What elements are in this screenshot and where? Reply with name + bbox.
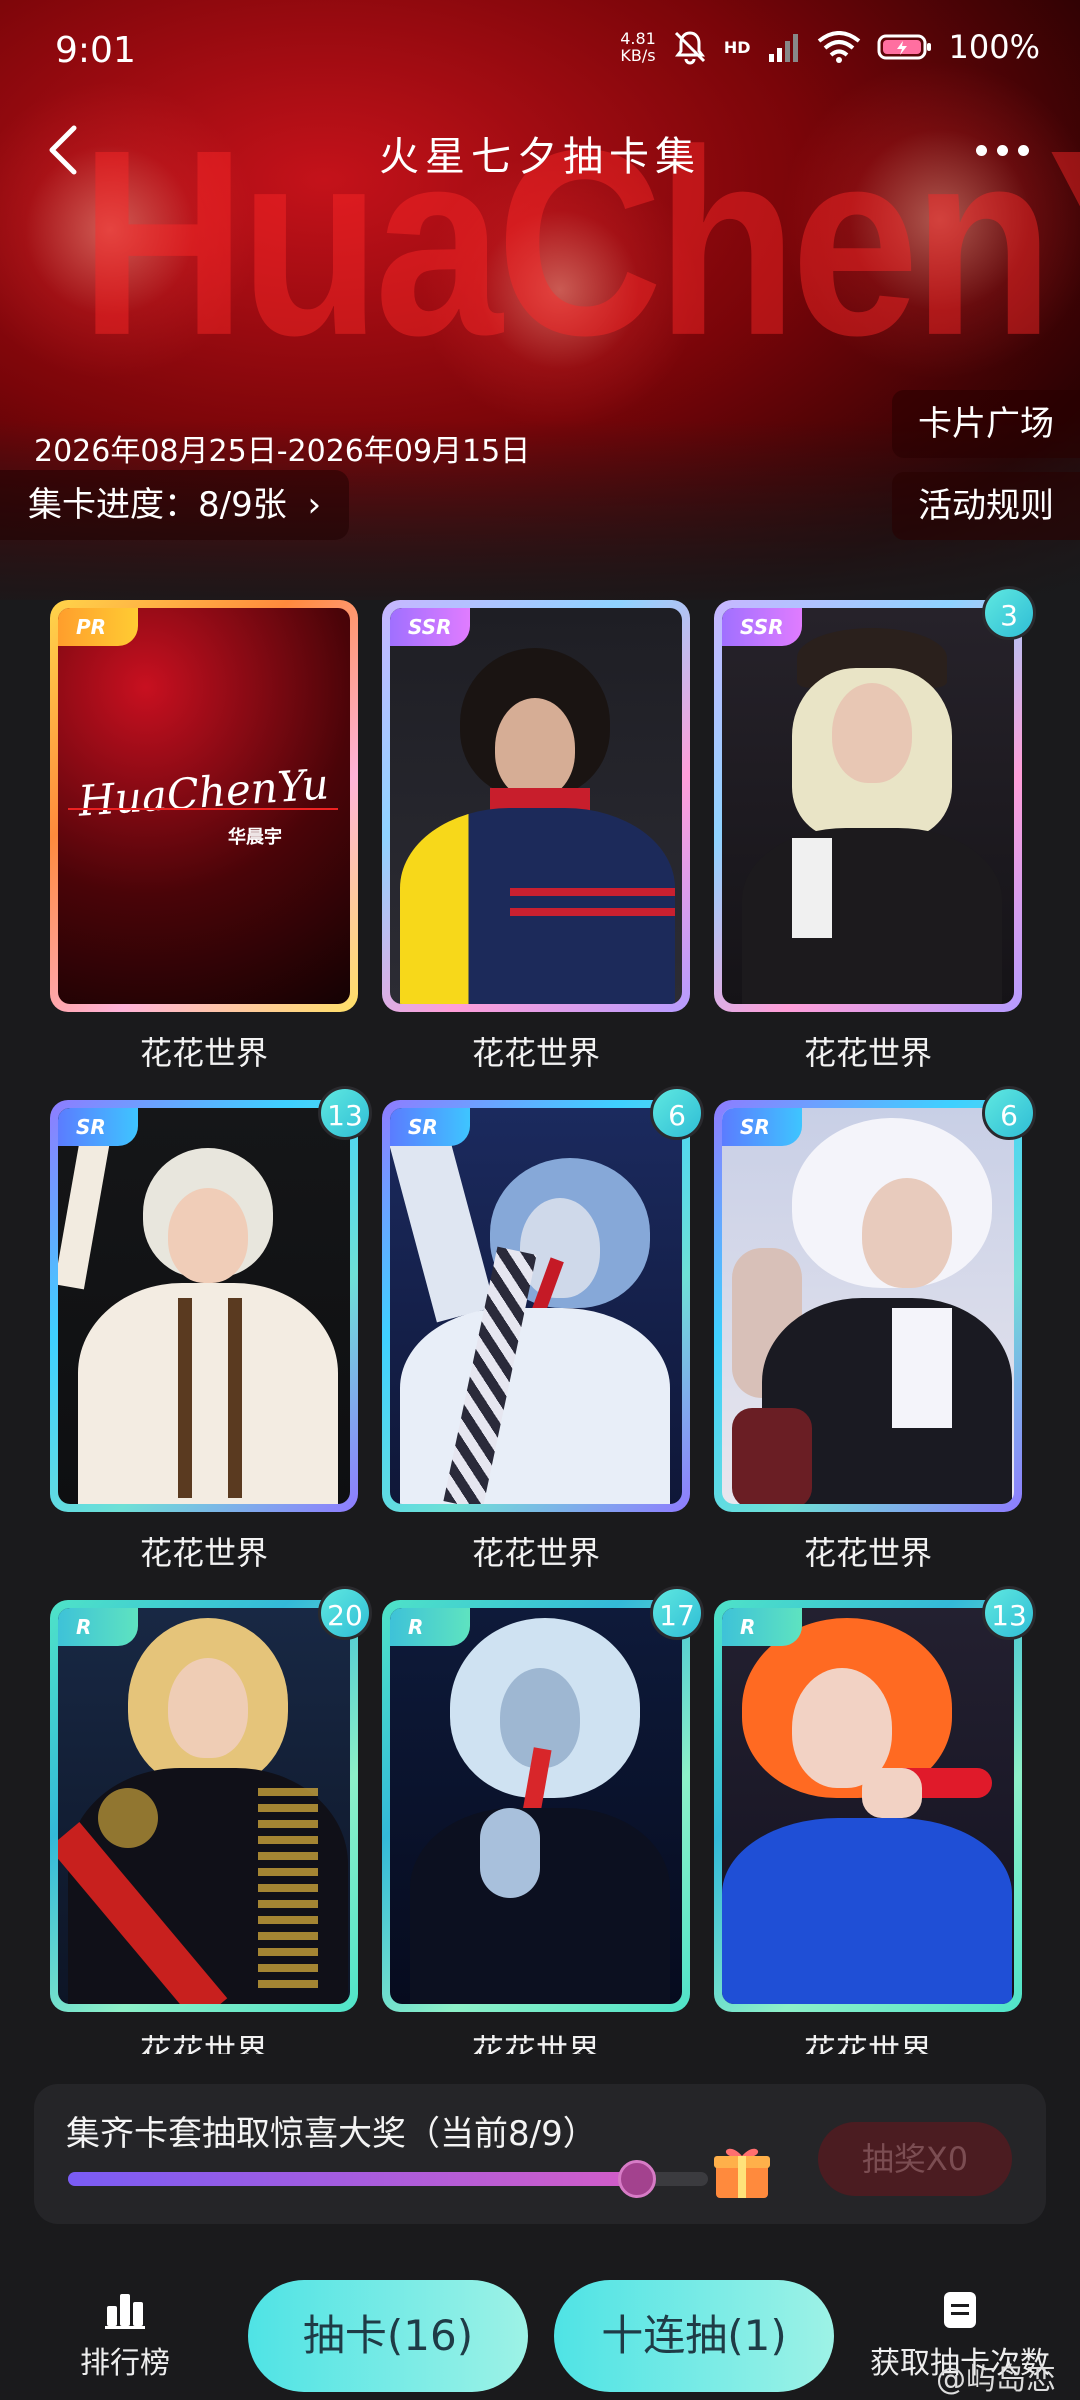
prize-progress-text: 集齐卡套抽取惊喜大奖（当前8/9） — [66, 2114, 597, 2154]
gift-icon — [714, 2148, 770, 2198]
card-r-1[interactable]: R 20 — [50, 1586, 372, 2012]
ranking-chart-icon — [105, 2294, 145, 2329]
ranking-label: 排行榜 — [80, 2346, 170, 2381]
rarity-badge: R — [58, 1608, 138, 1646]
ranking-button[interactable]: 排行榜 — [60, 2290, 190, 2382]
wifi-icon — [817, 31, 860, 63]
card-caption: 花花世界 — [139, 1034, 268, 1072]
collection-progress-link[interactable]: 集卡进度：8/9张 › — [0, 470, 350, 540]
card-count-badge: 13 — [318, 1086, 372, 1140]
prize-progress-fill — [68, 2172, 637, 2186]
rarity-badge: PR — [58, 608, 138, 646]
draw-prize-button[interactable]: 抽奖X0 — [818, 2122, 1012, 2196]
prize-progress-bar — [68, 2160, 708, 2198]
bottom-nav: 排行榜 抽卡(16) 十连抽(1) 获取抽卡次数 — [0, 2260, 1080, 2400]
signal-icon — [768, 34, 798, 62]
card-count-badge: 20 — [318, 1586, 372, 1640]
watermark: @屿岛恋 — [936, 2362, 1056, 2397]
activity-rules-button[interactable]: 活动规则 — [892, 472, 1080, 540]
ten-draw-button[interactable]: 十连抽(1) — [554, 2280, 834, 2392]
rarity-badge: SR — [390, 1108, 470, 1146]
prize-panel: 集齐卡套抽取惊喜大奖（当前8/9） 抽奖X0 — [34, 2084, 1046, 2224]
battery-percent: 100% — [948, 28, 1040, 66]
card-count-badge: 17 — [650, 1586, 704, 1640]
card-caption: 花花世界 — [803, 2032, 932, 2054]
card-count-badge: 6 — [650, 1086, 704, 1140]
card-r-2[interactable]: R 17 — [382, 1586, 704, 2012]
card-count-badge: 6 — [982, 1086, 1036, 1140]
card-pr-1[interactable]: PR HuaChenYu 华晨宇 — [50, 600, 358, 1012]
rarity-badge: SR — [722, 1108, 802, 1146]
card-caption: 花花世界 — [471, 1534, 600, 1572]
rarity-badge: SSR — [390, 608, 470, 646]
card-logo-text: HuaChenYu — [76, 759, 331, 826]
mute-bell-icon — [674, 31, 705, 65]
card-ssr-2[interactable]: SSR 3 — [714, 586, 1036, 1012]
document-icon — [944, 2292, 976, 2328]
card-caption: 花花世界 — [471, 2032, 600, 2054]
status-bar: 9:01 4.81 KB/s HD 100% — [0, 0, 1080, 100]
card-sr-3[interactable]: SR 6 — [714, 1086, 1036, 1512]
card-caption: 花花世界 — [803, 1534, 932, 1572]
hd-indicator: HD — [723, 37, 751, 57]
rarity-badge: R — [390, 1608, 470, 1646]
card-caption: 花花世界 — [139, 1534, 268, 1572]
rarity-badge: SR — [58, 1108, 138, 1146]
card-caption: 花花世界 — [803, 1034, 932, 1072]
status-time: 9:01 — [55, 30, 136, 71]
card-r-3[interactable]: R 13 — [714, 1586, 1036, 2012]
page-title: 火星七夕抽卡集 — [379, 134, 701, 180]
more-options-icon[interactable] — [962, 120, 1042, 180]
top-bar: 火星七夕抽卡集 — [0, 110, 1080, 190]
network-speed: 4.81 KB/s — [620, 29, 656, 65]
battery-icon — [877, 34, 931, 60]
card-logo-subtext: 华晨宇 — [228, 827, 282, 848]
chevron-right-icon: › — [307, 485, 322, 525]
card-square-button[interactable]: 卡片广场 — [892, 390, 1080, 458]
prize-progress-knob — [617, 2160, 656, 2198]
card-ssr-1[interactable]: SSR — [382, 600, 690, 1012]
rarity-badge: R — [722, 1608, 802, 1646]
card-count-badge: 13 — [982, 1586, 1036, 1640]
rarity-badge: SSR — [722, 608, 802, 646]
draw-card-button[interactable]: 抽卡(16) — [248, 2280, 528, 2392]
event-date-range: 2026年08月25日-2026年09月15日 — [34, 434, 531, 469]
card-sr-2[interactable]: SR 6 — [382, 1086, 704, 1512]
card-count-badge: 3 — [982, 586, 1036, 640]
card-sr-1[interactable]: SR 13 — [50, 1086, 372, 1512]
card-caption: 花花世界 — [139, 2032, 268, 2054]
card-caption: 花花世界 — [471, 1034, 600, 1072]
collection-progress-text: 集卡进度：8/9张 — [28, 485, 287, 525]
